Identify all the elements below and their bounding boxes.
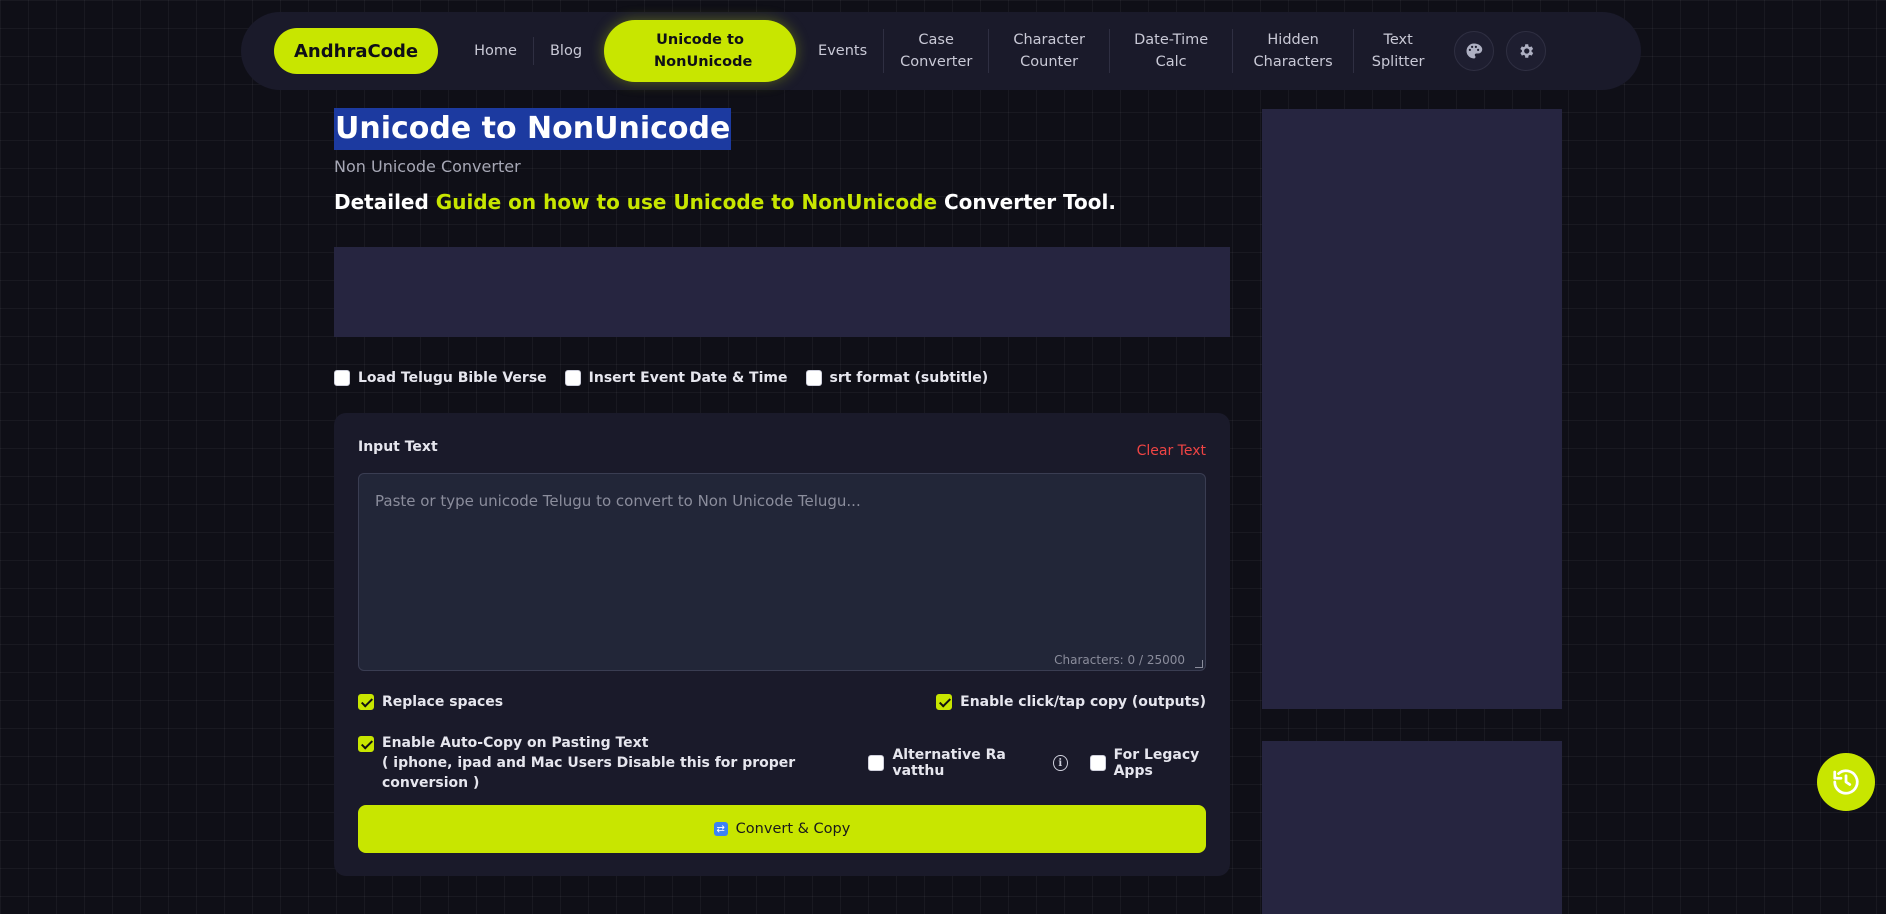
legacy-apps-checkbox[interactable]: For Legacy Apps — [1089, 747, 1230, 779]
gear-icon — [1520, 44, 1534, 58]
guide-suffix: Converter Tool. — [943, 190, 1116, 214]
palette-button[interactable] — [1454, 31, 1495, 71]
palette-icon — [1466, 43, 1483, 59]
checkbox-label: Load Telugu Bible Verse — [358, 370, 547, 386]
resize-handle[interactable] — [1195, 660, 1203, 668]
side-ad-bottom — [1262, 741, 1562, 914]
nav-label: Hidden Characters — [1253, 32, 1333, 70]
brand-logo[interactable]: AndhraCode — [274, 28, 439, 74]
ad-banner — [334, 247, 1230, 337]
checkbox-box[interactable] — [334, 370, 350, 386]
auto-copy-checkbox[interactable]: Enable Auto-Copy on Pasting Text ( iphon… — [358, 733, 850, 793]
alternative-ra-vatthu-checkbox[interactable]: Alternative Ra vatthu i — [868, 747, 1068, 779]
side-ad-top — [1262, 109, 1562, 709]
auto-copy-note: ( iphone, ipad and Mac Users Disable thi… — [382, 755, 796, 791]
page: AndhraCode Home Blog Unicode to NonUnico… — [0, 0, 1886, 914]
nav-hidden-characters[interactable]: Hidden Characters — [1232, 29, 1353, 73]
nav-character-counter[interactable]: Character Counter — [988, 29, 1109, 73]
nav-label: Character Counter — [1013, 32, 1085, 70]
checkbox-label: Alternative Ra vatthu — [892, 747, 1006, 779]
checkbox-box[interactable] — [936, 694, 953, 710]
converter-card: Input Text Clear Text Paste or type unic… — [334, 413, 1230, 876]
nav-events[interactable]: Events — [802, 37, 883, 65]
checkbox-label: Replace spaces — [382, 694, 504, 710]
settings-button[interactable] — [1506, 31, 1547, 71]
checkbox-box[interactable] — [358, 736, 374, 752]
options-row-1: Replace spaces Enable click/tap copy (ou… — [358, 694, 1206, 710]
navbar: AndhraCode Home Blog Unicode to NonUnico… — [241, 12, 1641, 90]
checkbox-box[interactable] — [1089, 755, 1106, 771]
guide-prefix: Detailed — [334, 190, 429, 214]
nav-blog[interactable]: Blog — [532, 37, 598, 65]
info-icon[interactable]: i — [1053, 755, 1068, 771]
checkbox-label: Insert Event Date & Time — [588, 370, 788, 386]
input-label: Input Text — [358, 439, 438, 455]
nav-label: Date-Time Calc — [1134, 32, 1209, 70]
character-count: Characters: 0 / 25000 — [1054, 653, 1185, 667]
history-button[interactable] — [1817, 753, 1875, 811]
nav-active-label: Unicode to NonUnicode — [654, 32, 753, 70]
options-row-2: Enable Auto-Copy on Pasting Text ( iphon… — [358, 733, 1230, 793]
auto-copy-text: Enable Auto-Copy on Pasting Text ( iphon… — [382, 733, 850, 793]
checkbox-label: srt format (subtitle) — [829, 370, 989, 386]
checkbox-box[interactable] — [805, 370, 822, 386]
page-subtitle: Non Unicode Converter — [334, 157, 521, 176]
guide-line: Detailed Guide on how to use Unicode to … — [334, 190, 1116, 214]
convert-label: Convert & Copy — [735, 821, 851, 837]
load-bible-verse-checkbox[interactable]: Load Telugu Bible Verse — [334, 370, 547, 386]
srt-format-checkbox[interactable]: srt format (subtitle) — [805, 370, 989, 386]
nav-text-splitter[interactable]: Text Splitter — [1353, 29, 1442, 73]
nav-date-time-calc[interactable]: Date-Time Calc — [1109, 29, 1232, 73]
page-title: Unicode to NonUnicode — [334, 108, 732, 150]
top-options: Load Telugu Bible Verse Insert Event Dat… — [334, 370, 988, 386]
replace-spaces-checkbox[interactable]: Replace spaces — [358, 694, 503, 710]
checkbox-label: Enable Auto-Copy on Pasting Text — [382, 735, 649, 751]
checkbox-label: For Legacy Apps — [1113, 747, 1200, 779]
click-copy-checkbox[interactable]: Enable click/tap copy (outputs) — [936, 694, 1206, 710]
nav-label: Case Converter — [900, 32, 973, 70]
insert-event-datetime-checkbox[interactable]: Insert Event Date & Time — [564, 370, 788, 386]
history-icon — [1833, 769, 1859, 795]
nav-unicode-to-nonunicode[interactable]: Unicode to NonUnicode — [604, 20, 797, 82]
guide-link[interactable]: Guide on how to use Unicode to NonUnicod… — [436, 190, 937, 214]
convert-copy-button[interactable]: ⇄ Convert & Copy — [358, 805, 1206, 853]
nav-case-converter[interactable]: Case Converter — [883, 29, 988, 73]
convert-icon: ⇄ — [713, 822, 728, 836]
checkbox-box[interactable] — [564, 370, 581, 386]
checkbox-box[interactable] — [868, 755, 885, 771]
checkbox-label: Enable click/tap copy (outputs) — [960, 694, 1206, 710]
clear-text-button[interactable]: Clear Text — [1137, 443, 1206, 459]
nav-label: Text Splitter — [1371, 32, 1425, 70]
nav-home[interactable]: Home — [458, 37, 533, 65]
checkbox-box[interactable] — [358, 694, 374, 710]
textarea-placeholder: Paste or type unicode Telugu to convert … — [375, 492, 861, 510]
input-textarea[interactable]: Paste or type unicode Telugu to convert … — [358, 473, 1206, 671]
